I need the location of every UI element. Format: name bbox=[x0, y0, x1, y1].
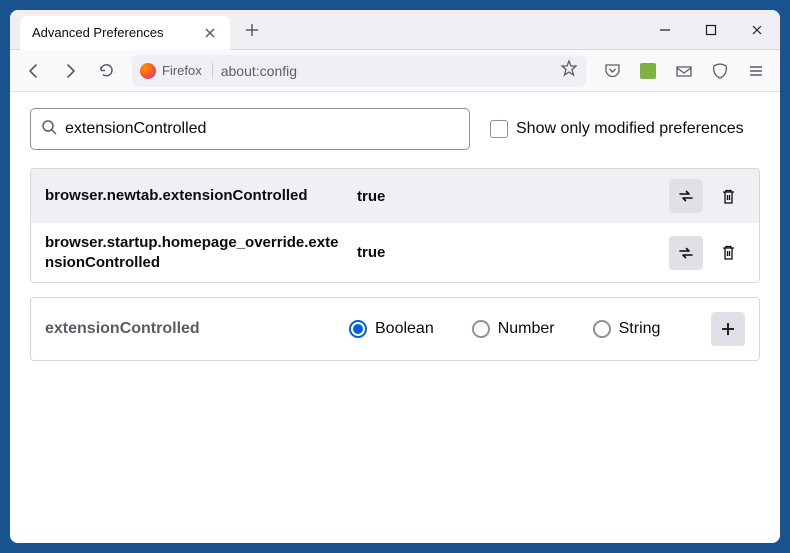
forward-button[interactable] bbox=[54, 55, 86, 87]
show-modified-label: Show only modified preferences bbox=[516, 120, 744, 138]
radio-label: Boolean bbox=[375, 320, 434, 338]
toggle-button[interactable] bbox=[669, 236, 703, 270]
add-pref-row: extensionControlled Boolean Number Strin… bbox=[30, 297, 760, 361]
maximize-button[interactable] bbox=[688, 10, 734, 50]
checkbox-icon bbox=[490, 120, 508, 138]
pref-name: browser.startup.homepage_override.extens… bbox=[45, 233, 345, 272]
pref-value: true bbox=[357, 188, 657, 205]
url-text: about:config bbox=[221, 63, 297, 79]
close-window-button[interactable] bbox=[734, 10, 780, 50]
inbox-icon[interactable] bbox=[668, 55, 700, 87]
radio-number[interactable]: Number bbox=[472, 320, 555, 338]
search-row: Show only modified preferences bbox=[30, 108, 760, 150]
toolbar: Firefox about:config bbox=[10, 50, 780, 92]
add-pref-name: extensionControlled bbox=[45, 320, 335, 338]
tab-title: Advanced Preferences bbox=[32, 25, 194, 40]
menu-button[interactable] bbox=[740, 55, 772, 87]
radio-string[interactable]: String bbox=[593, 320, 661, 338]
delete-button[interactable] bbox=[711, 236, 745, 270]
shield-icon[interactable] bbox=[704, 55, 736, 87]
delete-button[interactable] bbox=[711, 179, 745, 213]
url-bar[interactable]: Firefox about:config bbox=[132, 55, 586, 87]
titlebar: Advanced Preferences bbox=[10, 10, 780, 50]
search-input[interactable] bbox=[65, 120, 459, 138]
identity-label: Firefox bbox=[162, 63, 202, 78]
pref-actions bbox=[669, 179, 745, 213]
radio-label: Number bbox=[498, 320, 555, 338]
radio-icon bbox=[593, 320, 611, 338]
pref-actions bbox=[669, 236, 745, 270]
extension-icon[interactable] bbox=[632, 55, 664, 87]
pocket-icon[interactable] bbox=[596, 55, 628, 87]
radio-boolean[interactable]: Boolean bbox=[349, 320, 434, 338]
back-button[interactable] bbox=[18, 55, 50, 87]
toggle-button[interactable] bbox=[669, 179, 703, 213]
pref-value: true bbox=[357, 244, 657, 261]
type-radio-group: Boolean Number String bbox=[349, 320, 697, 338]
window-controls bbox=[642, 10, 780, 50]
bookmark-star-icon[interactable] bbox=[560, 59, 578, 82]
search-box[interactable] bbox=[30, 108, 470, 150]
minimize-button[interactable] bbox=[642, 10, 688, 50]
reload-button[interactable] bbox=[90, 55, 122, 87]
radio-icon bbox=[349, 320, 367, 338]
site-identity[interactable]: Firefox bbox=[140, 63, 213, 79]
show-modified-checkbox[interactable]: Show only modified preferences bbox=[490, 120, 744, 138]
content-area: Show only modified preferences browser.n… bbox=[10, 92, 780, 543]
preferences-table: browser.newtab.extensionControlled true … bbox=[30, 168, 760, 283]
pref-name: browser.newtab.extensionControlled bbox=[45, 186, 345, 206]
close-tab-icon[interactable] bbox=[202, 25, 218, 41]
radio-icon bbox=[472, 320, 490, 338]
search-icon bbox=[41, 119, 57, 140]
firefox-icon bbox=[140, 63, 156, 79]
browser-tab[interactable]: Advanced Preferences bbox=[20, 16, 230, 50]
add-button[interactable] bbox=[711, 312, 745, 346]
new-tab-button[interactable] bbox=[238, 16, 266, 44]
browser-window: Advanced Preferences Firefox about:confi… bbox=[10, 10, 780, 543]
pref-row: browser.startup.homepage_override.extens… bbox=[31, 223, 759, 282]
pref-row: browser.newtab.extensionControlled true bbox=[31, 169, 759, 223]
radio-label: String bbox=[619, 320, 661, 338]
